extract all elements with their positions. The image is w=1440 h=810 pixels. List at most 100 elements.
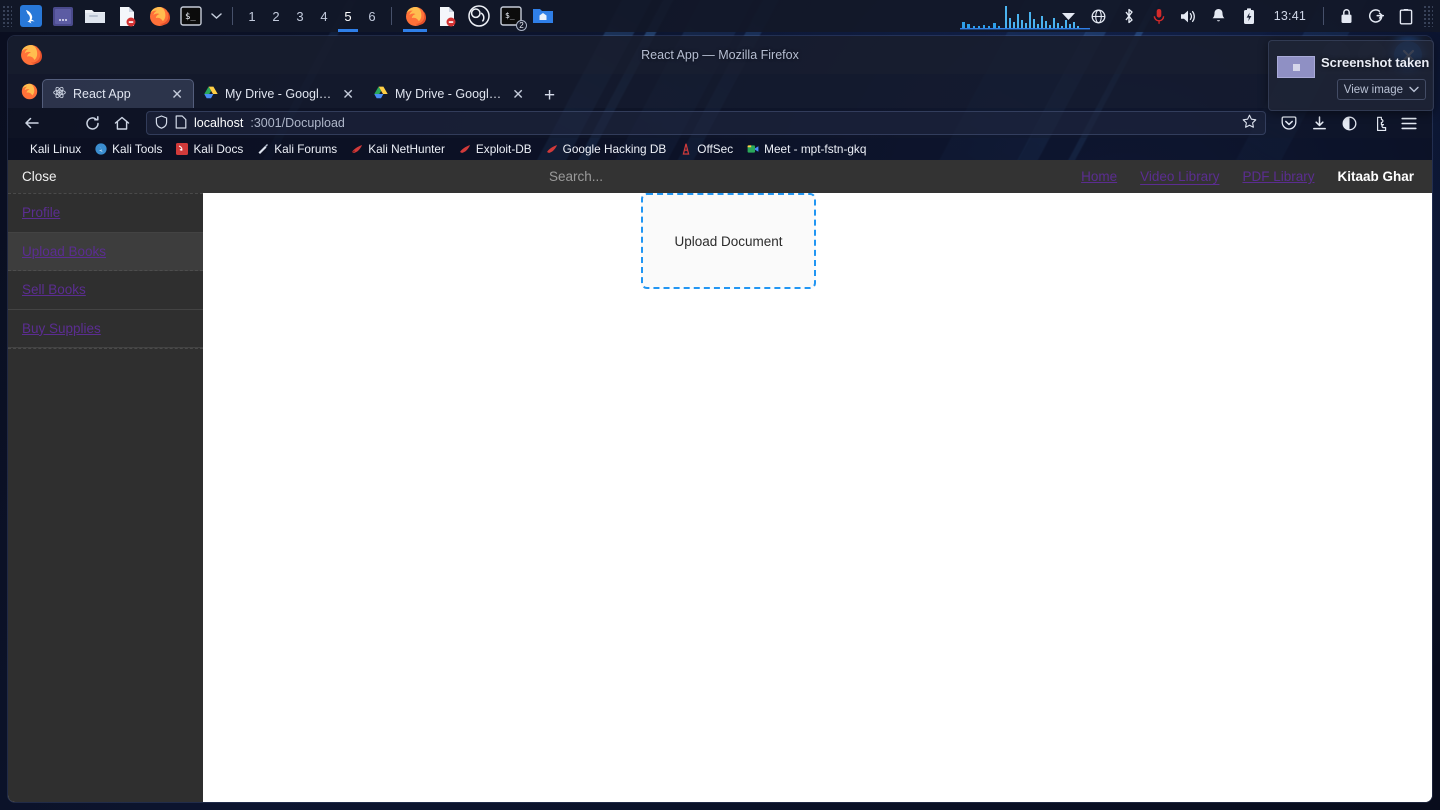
network-wifi-icon[interactable] xyxy=(1054,0,1084,32)
bookmark-kali-forums[interactable]: Kali Forums xyxy=(257,142,337,156)
sidebar-link-buy-supplies[interactable]: Buy Supplies xyxy=(22,321,101,336)
chevron-down-icon[interactable] xyxy=(1409,84,1419,96)
app-menu-icon[interactable] xyxy=(1396,110,1422,136)
bookmark-kali-docs[interactable]: Kali Docs xyxy=(176,142,243,156)
taskbar-drag-handle[interactable] xyxy=(2,5,12,27)
tabstrip-firefox-icon xyxy=(16,74,42,108)
obs-window-icon[interactable] xyxy=(464,1,494,31)
firefox-window-icon[interactable] xyxy=(400,1,430,32)
sidebar-link-sell-books[interactable]: Sell Books xyxy=(22,282,86,297)
kali-tools-icon xyxy=(95,143,107,155)
volume-icon[interactable] xyxy=(1174,0,1204,32)
back-button[interactable] xyxy=(18,110,46,136)
sidebar-item-profile[interactable]: Profile xyxy=(8,194,203,233)
bookmark-label: Meet - mpt-fstn-gkq xyxy=(764,142,867,156)
bookmark-google-hacking-db[interactable]: Google Hacking DB xyxy=(546,142,666,156)
bookmark-offsec[interactable]: OffSec xyxy=(680,142,733,156)
extensions-icon[interactable] xyxy=(1366,110,1392,136)
forward-button[interactable] xyxy=(48,110,76,136)
pocket-save-icon[interactable] xyxy=(1276,110,1302,136)
bookmark-label: Kali NetHunter xyxy=(368,142,445,156)
close-sidebar-button[interactable]: Close xyxy=(8,169,57,184)
workspace-2[interactable]: 2 xyxy=(264,0,288,32)
lock-icon[interactable] xyxy=(1331,0,1361,32)
nav-link-home[interactable]: Home xyxy=(1081,169,1117,184)
kali-menu-icon[interactable] xyxy=(16,1,46,31)
kali-forums-icon xyxy=(257,143,269,155)
shield-tracking-icon[interactable] xyxy=(155,114,168,132)
thumbnail-placeholder-icon xyxy=(1292,63,1300,71)
battery-icon[interactable] xyxy=(1234,0,1264,32)
files-window-icon[interactable] xyxy=(528,1,558,31)
bookmark-kali-tools[interactable]: Kali Tools xyxy=(95,142,162,156)
globe-icon[interactable] xyxy=(1084,0,1114,32)
workspace-6[interactable]: 6 xyxy=(360,0,384,32)
clipboard-icon[interactable] xyxy=(1391,0,1421,32)
tab-title: React App xyxy=(73,87,131,101)
browser-tabstrip: React App ✕ My Drive - Google Drive ✕ My… xyxy=(8,74,1432,108)
bookmark-kali-nethunter[interactable]: Kali NetHunter xyxy=(351,142,445,156)
terminal-window-icon[interactable]: $_ 2 xyxy=(496,1,527,31)
workspace-5[interactable]: 5 xyxy=(336,0,360,32)
sidebar-link-profile[interactable]: Profile xyxy=(22,205,60,220)
sidebar-item-upload-books[interactable]: Upload Books xyxy=(8,232,203,271)
text-editor-icon[interactable] xyxy=(112,1,142,31)
downloads-icon[interactable] xyxy=(1306,110,1332,136)
url-host: localhost xyxy=(194,116,244,130)
nav-link-video-library[interactable]: Video Library xyxy=(1140,169,1219,184)
bookmark-google-meet[interactable]: Meet - mpt-fstn-gkq xyxy=(747,142,866,156)
terminal-icon[interactable]: $_ xyxy=(176,1,206,31)
terminal-dropdown-icon[interactable] xyxy=(208,1,224,31)
taskbar-clock[interactable]: 13:41 xyxy=(1264,9,1316,23)
bookmarks-bar: Kali Linux Kali Tools Kali Docs Kali For… xyxy=(8,138,1432,160)
new-tab-button[interactable]: + xyxy=(534,86,565,108)
page-info-icon[interactable] xyxy=(175,114,187,132)
home-button[interactable] xyxy=(108,110,136,136)
terminal-purple-icon[interactable] xyxy=(48,1,78,31)
url-address-bar[interactable]: localhost:3001/Docupload xyxy=(146,111,1266,135)
notification-bell-icon[interactable] xyxy=(1204,0,1234,32)
sidebar-item-buy-supplies[interactable]: Buy Supplies xyxy=(8,310,203,348)
account-icon[interactable] xyxy=(1336,110,1362,136)
nav-link-pdf-library[interactable]: PDF Library xyxy=(1242,169,1314,184)
tab-title: My Drive - Google Drive xyxy=(225,86,333,101)
microphone-icon[interactable] xyxy=(1144,0,1174,32)
web-page-content: Close Search... Home Video Library PDF L… xyxy=(8,160,1432,802)
browser-tab-google-drive-2[interactable]: My Drive - Google Drive ✕ xyxy=(364,79,534,108)
workspace-1[interactable]: 1 xyxy=(240,0,264,32)
nethunter-icon xyxy=(351,143,363,155)
view-image-button[interactable]: View image xyxy=(1336,79,1426,100)
app-nav-links: Home Video Library PDF Library Kitaab Gh… xyxy=(1081,169,1432,184)
tab-close-icon[interactable]: ✕ xyxy=(169,87,185,101)
browser-tab-react-app[interactable]: React App ✕ xyxy=(42,79,194,108)
app-brand: Kitaab Ghar xyxy=(1337,169,1414,184)
window-titlebar: React App — Mozilla Firefox xyxy=(8,36,1432,74)
screenshot-thumbnail[interactable] xyxy=(1277,56,1315,78)
firefox-icon[interactable] xyxy=(144,1,174,31)
bookmark-kali-linux[interactable]: Kali Linux xyxy=(30,142,81,156)
offsec-icon xyxy=(680,143,692,155)
google-meet-icon xyxy=(747,143,759,155)
files-icon[interactable] xyxy=(80,1,110,31)
bluetooth-icon[interactable] xyxy=(1114,0,1144,32)
search-input[interactable]: Search... xyxy=(549,160,603,193)
tab-close-icon[interactable]: ✕ xyxy=(340,87,356,101)
document-window-icon[interactable] xyxy=(432,1,462,31)
bookmark-exploit-db[interactable]: Exploit-DB xyxy=(459,142,532,156)
workspace-3[interactable]: 3 xyxy=(288,0,312,32)
workspace-4[interactable]: 4 xyxy=(312,0,336,32)
system-taskbar: $_ 1 2 3 4 5 6 $_ 2 13:41 xyxy=(0,0,1440,32)
bookmark-label: Kali Docs xyxy=(193,142,244,156)
app-sidebar: Profile Upload Books Sell Books Buy Supp… xyxy=(8,193,203,802)
sidebar-item-sell-books[interactable]: Sell Books xyxy=(8,271,203,310)
tab-title: My Drive - Google Drive xyxy=(395,86,503,101)
sidebar-link-upload-books[interactable]: Upload Books xyxy=(22,244,106,259)
browser-tab-google-drive-1[interactable]: My Drive - Google Drive ✕ xyxy=(194,79,364,108)
tab-close-icon[interactable]: ✕ xyxy=(510,87,526,101)
bookmark-label: Kali Linux xyxy=(30,142,82,156)
logout-icon[interactable] xyxy=(1361,0,1391,32)
taskbar-drag-handle-right[interactable] xyxy=(1423,5,1433,27)
bookmark-star-icon[interactable] xyxy=(1242,114,1257,132)
upload-document-dropzone[interactable]: Upload Document xyxy=(641,193,816,289)
reload-button[interactable] xyxy=(78,110,106,136)
